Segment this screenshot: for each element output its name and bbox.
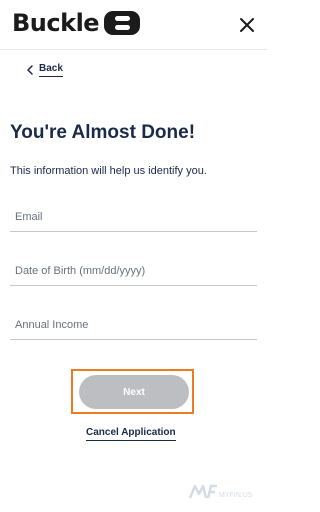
watermark-logo-icon — [188, 484, 217, 499]
buckle-logo[interactable]: Buckle — [12, 8, 141, 38]
logo-text: Buckle — [12, 9, 100, 37]
back-label: Back — [39, 63, 63, 77]
annual-income-field[interactable] — [10, 310, 257, 340]
date-of-birth-field[interactable] — [10, 256, 257, 286]
buckle-mark-icon — [104, 11, 141, 35]
app-header: Buckle — [0, 0, 267, 50]
watermark: MYFIN.US — [188, 482, 252, 500]
email-field[interactable] — [10, 202, 257, 232]
chevron-left-icon — [27, 65, 33, 75]
back-link[interactable]: Back — [26, 63, 63, 77]
page-subtitle: This information will help us identify y… — [10, 165, 207, 177]
cancel-application-link[interactable]: Cancel Application — [86, 427, 176, 441]
next-button[interactable]: Next — [79, 375, 189, 409]
watermark-text: MYFIN.US — [219, 492, 253, 499]
close-icon[interactable] — [235, 13, 259, 37]
page-title: You're Almost Done! — [10, 122, 196, 143]
